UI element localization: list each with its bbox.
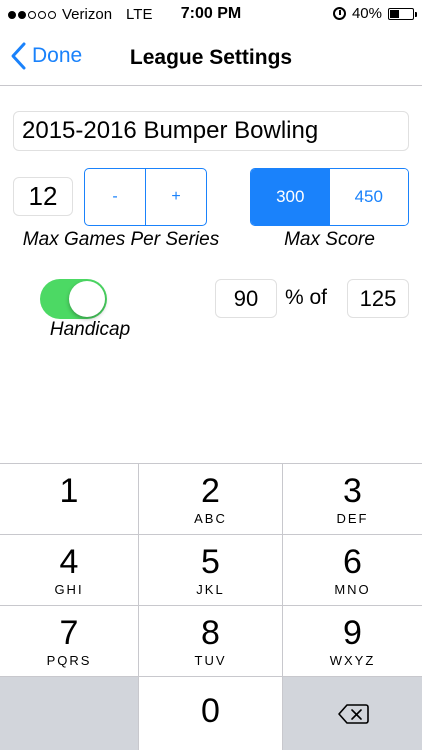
key-digit: 2: [201, 471, 220, 510]
backspace-key[interactable]: [283, 677, 422, 750]
key-digit: 3: [343, 471, 362, 510]
key-1[interactable]: 1: [0, 464, 139, 535]
key-letters: WXYZ: [329, 652, 376, 668]
key-9[interactable]: 9 WXYZ: [283, 606, 422, 677]
key-3[interactable]: 3 DEF: [283, 464, 422, 535]
key-blank: [0, 677, 139, 750]
key-8[interactable]: 8 TUV: [139, 606, 283, 677]
key-letters: PQRS: [46, 652, 92, 668]
alarm-icon: [332, 7, 346, 20]
toggle-knob: [69, 281, 105, 317]
handicap-base-field[interactable]: 125: [347, 279, 409, 318]
key-5[interactable]: 5 JKL: [139, 535, 283, 606]
max-games-field[interactable]: 12: [13, 177, 73, 216]
max-score-segmented-control: 300 450: [250, 168, 409, 226]
max-score-option-450[interactable]: 450: [329, 169, 408, 225]
increment-button[interactable]: +: [146, 169, 206, 225]
navigation-bar: Done League Settings: [0, 30, 422, 86]
handicap-percent-field[interactable]: 90: [215, 279, 277, 318]
percent-of-label: % of: [285, 286, 328, 309]
key-digit: 4: [59, 542, 79, 581]
battery-icon: [388, 7, 417, 20]
max-score-caption: Max Score: [284, 229, 375, 250]
key-digit: 5: [201, 542, 220, 581]
status-right: 40%: [332, 5, 417, 22]
status-bar: Verizon LTE 7:00 PM 40%: [0, 0, 422, 30]
key-letters: ABC: [194, 510, 227, 526]
decrement-button[interactable]: -: [85, 169, 146, 225]
handicap-caption: Handicap: [49, 319, 131, 340]
key-letters: GHI: [54, 581, 84, 597]
key-letters: TUV: [194, 652, 227, 668]
key-4[interactable]: 4 GHI: [0, 535, 139, 606]
key-2[interactable]: 2 ABC: [139, 464, 283, 535]
key-digit: 7: [59, 613, 79, 652]
max-score-option-300[interactable]: 300: [251, 169, 330, 225]
battery-percent: 40%: [351, 5, 382, 22]
key-digit: 9: [343, 613, 362, 652]
key-letters: MNO: [334, 581, 371, 597]
handicap-toggle[interactable]: [40, 279, 107, 319]
key-letters: DEF: [336, 510, 369, 526]
key-digit: 0: [201, 692, 220, 730]
key-digit: 8: [201, 613, 220, 652]
numeric-keypad: 1 2 ABC 3 DEF 4 GHI 5 JKL 6 MNO 7 PQRS 8…: [0, 463, 422, 750]
key-letters: JKL: [196, 581, 225, 597]
key-digit: 1: [59, 471, 79, 510]
backspace-icon: [337, 704, 369, 724]
page-title: League Settings: [129, 46, 293, 69]
league-name-field[interactable]: 2015-2016 Bumper Bowling: [13, 111, 409, 151]
key-6[interactable]: 6 MNO: [283, 535, 422, 606]
max-games-stepper: - +: [84, 168, 207, 226]
key-letters: [66, 511, 72, 526]
key-7[interactable]: 7 PQRS: [0, 606, 139, 677]
key-digit: 6: [343, 542, 362, 581]
key-0[interactable]: 0: [139, 677, 283, 750]
max-games-caption: Max Games Per Series: [22, 229, 220, 250]
